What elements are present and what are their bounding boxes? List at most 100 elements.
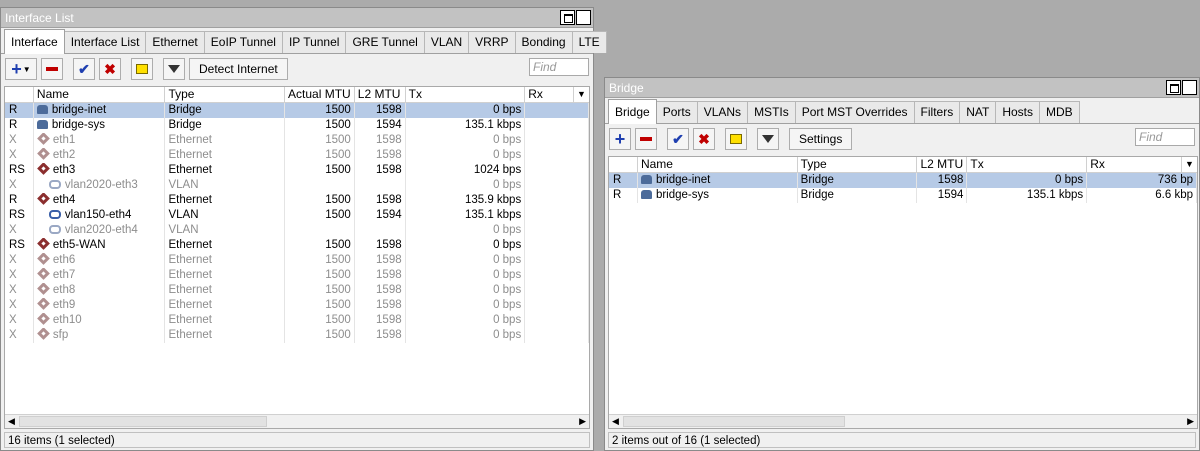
column-header-actual-mtu[interactable]: Actual MTU: [285, 87, 355, 102]
tab-vlans[interactable]: VLANs: [696, 101, 749, 123]
add-button[interactable]: +: [609, 128, 631, 150]
horizontal-scrollbar[interactable]: ◀ ▶: [5, 414, 589, 428]
tab-ports[interactable]: Ports: [655, 101, 698, 123]
table-row[interactable]: RS eth3 Ethernet 1500 1598 1024 bps: [5, 163, 589, 178]
tab-ethernet[interactable]: Ethernet: [145, 31, 205, 53]
column-menu-icon[interactable]: ▼: [1181, 157, 1197, 172]
table-row[interactable]: Rbridge-sys Bridge 1500 1594 135.1 kbps: [5, 118, 589, 133]
close-button[interactable]: ✕: [576, 10, 591, 25]
column-menu-icon[interactable]: ▼: [573, 87, 589, 102]
column-header-tx[interactable]: Tx: [967, 157, 1088, 172]
scroll-left-icon[interactable]: ◀: [612, 416, 619, 427]
table-row[interactable]: Xeth2 Ethernet 1500 1598 0 bps: [5, 148, 589, 163]
table-row[interactable]: Rbridge-inet Bridge 1500 1598 0 bps: [5, 103, 589, 118]
row-flag: RS: [5, 238, 34, 253]
filter-button[interactable]: [163, 58, 185, 80]
tab-vlan[interactable]: VLAN: [423, 31, 470, 53]
column-header-flags[interactable]: [5, 87, 34, 102]
table-row[interactable]: RS vlan150-eth4 VLAN 1500 1594 135.1 kbps: [5, 208, 589, 223]
row-l2-mtu: 1598: [355, 298, 406, 313]
row-l2-mtu: 1594: [917, 188, 968, 203]
comment-button[interactable]: [131, 58, 153, 80]
row-rx: 6.6 kbp: [1087, 188, 1197, 203]
horizontal-scrollbar[interactable]: ◀ ▶: [609, 414, 1197, 428]
disable-button[interactable]: ✖: [693, 128, 715, 150]
tab-nat[interactable]: NAT: [959, 101, 997, 123]
table-row[interactable]: Xeth7 Ethernet 1500 1598 0 bps: [5, 268, 589, 283]
scroll-right-icon[interactable]: ▶: [579, 416, 586, 427]
table-row[interactable]: Xeth1 Ethernet 1500 1598 0 bps: [5, 133, 589, 148]
row-name: eth10: [52, 314, 82, 326]
disable-button[interactable]: ✖: [99, 58, 121, 80]
tab-bonding[interactable]: Bonding: [514, 31, 573, 53]
status-bar: 2 items out of 16 (1 selected): [608, 432, 1196, 448]
interface-list-titlebar[interactable]: Interface List ✕: [1, 8, 593, 28]
table-row[interactable]: Xvlan2020-eth3 VLAN 0 bps: [5, 178, 589, 193]
row-name: vlan2020-eth4: [64, 224, 138, 236]
column-header-type[interactable]: Type: [798, 157, 918, 172]
row-tx: 0 bps: [406, 223, 526, 238]
table-row[interactable]: Reth4 Ethernet 1500 1598 135.9 kbps: [5, 193, 589, 208]
tab-port-mst-overrides[interactable]: Port MST Overrides: [794, 101, 915, 123]
tab-interface-list[interactable]: Interface List: [63, 31, 147, 53]
tab-vrrp[interactable]: VRRP: [468, 31, 516, 53]
scrollbar-thumb[interactable]: [19, 416, 267, 427]
tab-eoip-tunnel[interactable]: EoIP Tunnel: [203, 31, 283, 53]
table-row[interactable]: Xeth10 Ethernet 1500 1598 0 bps: [5, 313, 589, 328]
scroll-left-icon[interactable]: ◀: [8, 416, 15, 427]
maximize-button[interactable]: [1166, 80, 1181, 95]
table-row[interactable]: Rbridge-sys Bridge 1594 135.1 kbps 6.6 kbp: [609, 188, 1197, 203]
row-rx: [525, 103, 589, 118]
detect-internet-button[interactable]: Detect Internet: [189, 58, 288, 80]
row-tx: 0 bps: [406, 283, 526, 298]
tab-gre-tunnel[interactable]: GRE Tunnel: [345, 31, 425, 53]
table-row[interactable]: Xeth8 Ethernet 1500 1598 0 bps: [5, 283, 589, 298]
row-tx: 0 bps: [406, 103, 526, 118]
column-header-type[interactable]: Type: [165, 87, 286, 102]
enable-button[interactable]: ✔: [73, 58, 95, 80]
column-header-l2-mtu[interactable]: L2 MTU: [917, 157, 968, 172]
tab-mdb[interactable]: MDB: [1039, 101, 1080, 123]
tab-filters[interactable]: Filters: [913, 101, 961, 123]
find-input[interactable]: Find: [529, 58, 589, 76]
row-name-cell: bridge-inet: [638, 173, 798, 188]
column-header-flags[interactable]: [609, 157, 638, 172]
row-flag: X: [5, 298, 34, 313]
ethernet-icon: [37, 133, 50, 145]
bridge-titlebar[interactable]: Bridge ✕: [605, 78, 1199, 98]
enable-button[interactable]: ✔: [667, 128, 689, 150]
row-type: Ethernet: [165, 238, 286, 253]
scroll-right-icon[interactable]: ▶: [1187, 416, 1194, 427]
find-input[interactable]: Find: [1135, 128, 1195, 146]
column-header-l2-mtu[interactable]: L2 MTU: [355, 87, 406, 102]
tab-bridge[interactable]: Bridge: [608, 99, 657, 124]
close-button[interactable]: ✕: [1182, 80, 1197, 95]
table-row[interactable]: Xsfp Ethernet 1500 1598 0 bps: [5, 328, 589, 343]
maximize-button[interactable]: [560, 10, 575, 25]
filter-button[interactable]: [757, 128, 779, 150]
column-header-name[interactable]: Name: [638, 157, 798, 172]
remove-button[interactable]: [41, 58, 63, 80]
table-row[interactable]: Xeth6 Ethernet 1500 1598 0 bps: [5, 253, 589, 268]
table-row[interactable]: Xeth9 Ethernet 1500 1598 0 bps: [5, 298, 589, 313]
row-actual-mtu: 1500: [285, 103, 355, 118]
tab-lte[interactable]: LTE: [571, 31, 607, 53]
tab-ip-tunnel[interactable]: IP Tunnel: [281, 31, 347, 53]
tab-interface[interactable]: Interface: [4, 29, 65, 54]
ethernet-icon: [37, 313, 50, 325]
table-row[interactable]: Xvlan2020-eth4 VLAN 0 bps: [5, 223, 589, 238]
table-row[interactable]: Rbridge-inet Bridge 1598 0 bps 736 bp: [609, 173, 1197, 188]
tab-mstis[interactable]: MSTIs: [747, 101, 796, 123]
scrollbar-thumb[interactable]: [623, 416, 845, 427]
row-rx: [525, 133, 589, 148]
column-header-tx[interactable]: Tx: [406, 87, 526, 102]
column-header-name[interactable]: Name: [34, 87, 166, 102]
bridge-table: Name Type L2 MTU Tx Rx ▼ Rbridge-inet Bridge 15…: [608, 156, 1198, 429]
row-rx: [525, 223, 589, 238]
table-row[interactable]: RS eth5-WAN Ethernet 1500 1598 0 bps: [5, 238, 589, 253]
add-button[interactable]: + ▼: [5, 58, 37, 80]
tab-hosts[interactable]: Hosts: [995, 101, 1041, 123]
settings-button[interactable]: Settings: [789, 128, 853, 150]
comment-button[interactable]: [725, 128, 747, 150]
remove-button[interactable]: [635, 128, 657, 150]
